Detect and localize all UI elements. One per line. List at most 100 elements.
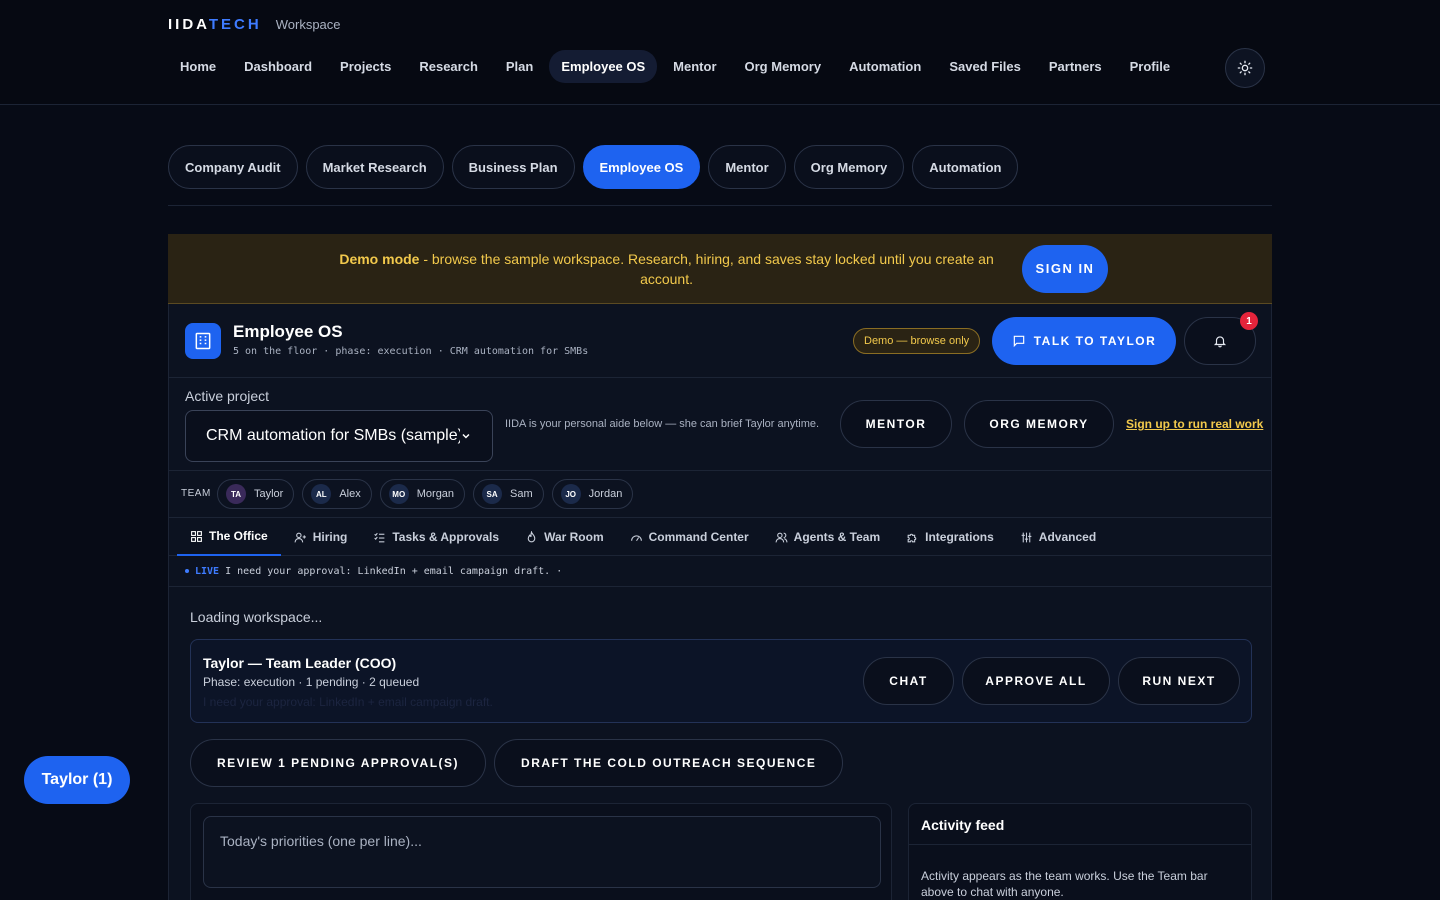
nav-projects[interactable]: Projects — [328, 50, 403, 83]
chevron-down-icon — [462, 433, 470, 439]
live-ticker: LIVE I need your approval: LinkedIn + em… — [169, 556, 1271, 587]
activity-feed-title: Activity feed — [921, 817, 1005, 833]
checklist-icon — [374, 532, 385, 542]
demo-banner: Demo mode - browse the sample workspace.… — [168, 234, 1272, 304]
tab-the-office[interactable]: The Office — [177, 518, 281, 556]
team-member-jordan[interactable]: JO Jordan — [551, 479, 634, 509]
sliders-icon — [1021, 532, 1032, 542]
run-next-button[interactable]: RUN NEXT — [1118, 657, 1240, 705]
brand[interactable]: IIDATECH Workspace — [168, 16, 341, 33]
demo-banner-text: Demo mode - browse the sample workspace.… — [339, 250, 994, 287]
live-message: I need your approval: LinkedIn + email c… — [225, 565, 551, 577]
tab-agents-team[interactable]: Agents & Team — [762, 518, 893, 556]
tab-label: Hiring — [312, 530, 348, 544]
divider — [168, 205, 1272, 206]
nav-mentor[interactable]: Mentor — [661, 50, 728, 83]
team-member-taylor[interactable]: TA Taylor — [217, 479, 295, 509]
flame-icon — [527, 530, 536, 542]
team-leader-last-message: I need your approval: LinkedIn + email c… — [203, 695, 493, 709]
nav-partners[interactable]: Partners — [1037, 50, 1114, 83]
subtab-automation[interactable]: Automation — [912, 145, 1019, 189]
tab-label: Agents & Team — [793, 530, 881, 544]
nav-profile[interactable]: Profile — [1118, 50, 1182, 83]
nav-home[interactable]: Home — [168, 50, 228, 83]
team-member-morgan[interactable]: MO Morgan — [379, 479, 466, 509]
chat-bubble-icon — [1013, 335, 1024, 348]
activity-feed-empty-text: Activity appears as the team works. Use … — [921, 869, 1208, 899]
live-tag: LIVE — [195, 565, 220, 577]
talk-to-taylor-button[interactable]: TALK TO TAYLOR — [992, 317, 1176, 365]
talk-button-label: TALK TO TAYLOR — [1033, 334, 1157, 348]
theme-toggle-button[interactable] — [1225, 48, 1265, 88]
brand-logo: IIDATECH — [168, 16, 262, 33]
tab-label: Integrations — [925, 530, 994, 544]
sign-in-button[interactable]: SIGN IN — [1021, 244, 1109, 293]
tab-label: Advanced — [1038, 530, 1097, 544]
team-member-name: Alex — [339, 488, 361, 500]
active-project-row: Active project CRM automation for SMBs (… — [169, 378, 1271, 471]
nav-automation[interactable]: Automation — [837, 50, 933, 83]
team-member-name: Taylor — [254, 488, 284, 500]
review-pending-approvals-button[interactable]: REVIEW 1 PENDING APPROVAL(S) — [190, 739, 487, 787]
subtab-market-research[interactable]: Market Research — [305, 145, 444, 189]
nav-research[interactable]: Research — [407, 50, 490, 83]
employee-os-header: Employee OS 5 on the floor · phase: exec… — [169, 304, 1271, 378]
subtab-employee-os[interactable]: Employee OS — [582, 145, 701, 189]
tab-label: Tasks & Approvals — [392, 530, 500, 544]
tab-command-center[interactable]: Command Center — [617, 518, 762, 556]
team-chips: TA Taylor AL Alex MO Morgan SA Sam JO Jordan — [217, 479, 634, 509]
org-memory-button[interactable]: ORG MEMORY — [964, 400, 1114, 448]
tab-tasks-approvals[interactable]: Tasks & Approvals — [360, 518, 512, 556]
live-dot-icon — [185, 569, 189, 573]
active-project-value: CRM automation for SMBs (sample) — [206, 427, 461, 444]
aide-hint: IIDA is your personal aide below — she c… — [505, 418, 820, 430]
taylor-chat-fab[interactable]: Taylor (1) — [24, 756, 130, 804]
subtab-business-plan[interactable]: Business Plan — [451, 145, 575, 189]
approve-all-button[interactable]: APPROVE ALL — [962, 657, 1110, 705]
nav-org-memory[interactable]: Org Memory — [733, 50, 834, 83]
nav-saved-files[interactable]: Saved Files — [937, 50, 1033, 83]
top-bar: IIDATECH Workspace Home Dashboard Projec… — [0, 0, 1440, 105]
chat-button[interactable]: CHAT — [863, 657, 954, 705]
page-title: Employee OS — [233, 322, 343, 341]
brand-subtitle: Workspace — [275, 17, 341, 32]
team-member-name: Sam — [510, 488, 533, 500]
avatar: TA — [226, 484, 246, 504]
activity-feed-card: Activity feed Activity appears as the te… — [908, 803, 1252, 900]
nav-employee-os[interactable]: Employee OS — [549, 50, 658, 83]
active-project-select[interactable]: CRM automation for SMBs (sample) — [185, 410, 493, 462]
divider — [909, 844, 1251, 845]
page-subtitle: 5 on the floor · phase: execution · CRM … — [233, 346, 589, 357]
nav-plan[interactable]: Plan — [494, 50, 545, 83]
subtab-mentor[interactable]: Mentor — [708, 145, 786, 189]
team-leader-title: Taylor — Team Leader (COO) — [203, 655, 397, 671]
team-member-sam[interactable]: SA Sam — [473, 479, 544, 509]
priorities-textarea[interactable]: Today's priorities (one per line)... — [203, 816, 881, 888]
active-project-label: Active project — [185, 388, 270, 404]
live-trail: · — [556, 565, 563, 577]
tab-label: Command Center — [648, 530, 749, 544]
draft-cold-outreach-button[interactable]: DRAFT THE COLD OUTREACH SEQUENCE — [494, 739, 844, 787]
nav-dashboard[interactable]: Dashboard — [232, 50, 324, 83]
tab-war-room[interactable]: War Room — [512, 518, 617, 556]
tab-advanced[interactable]: Advanced — [1007, 518, 1109, 556]
mentor-button[interactable]: MENTOR — [840, 400, 952, 448]
user-plus-icon — [294, 532, 306, 542]
signup-link[interactable]: Sign up to run real work — [1126, 417, 1263, 431]
team-label: TEAM — [181, 488, 211, 499]
sun-icon — [1237, 60, 1253, 76]
avatar: SA — [482, 484, 503, 504]
loading-text: Loading workspace... — [190, 609, 323, 625]
building-icon — [185, 323, 221, 359]
tab-label: The Office — [209, 529, 268, 543]
tab-integrations[interactable]: Integrations — [893, 518, 1007, 556]
avatar: AL — [311, 484, 332, 504]
team-member-alex[interactable]: AL Alex — [302, 479, 372, 509]
notification-count-badge: 1 — [1240, 312, 1258, 330]
subtab-org-memory[interactable]: Org Memory — [793, 145, 905, 189]
quick-actions: REVIEW 1 PENDING APPROVAL(S) DRAFT THE C… — [190, 739, 844, 787]
subtab-company-audit[interactable]: Company Audit — [168, 145, 298, 189]
tab-hiring[interactable]: Hiring — [281, 518, 361, 556]
main-nav: Home Dashboard Projects Research Plan Em… — [168, 50, 1186, 83]
team-member-name: Morgan — [416, 488, 455, 500]
